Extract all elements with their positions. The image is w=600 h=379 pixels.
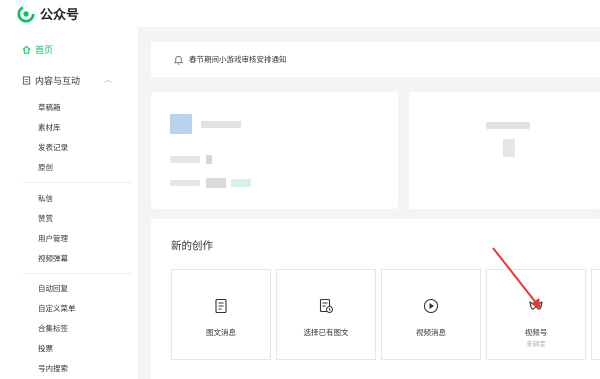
select-existing-article-tile[interactable]: 选择已有图文 [276,269,376,360]
sidebar-item-publish-records[interactable]: 发表记录 [38,142,68,153]
channels-tile[interactable]: 视频号 未绑定 [486,269,586,360]
sidebar-item-drafts[interactable]: 草稿箱 [38,102,61,113]
account-name-blurred [201,121,241,128]
app-logo[interactable]: 公众号 [17,4,79,23]
sidebar-item-video-danmaku[interactable]: 视频弹幕 [38,253,68,264]
blurred-text [206,155,212,164]
sidebar-item-original[interactable]: 原创 [38,162,53,173]
tile-label: 视频号 [524,328,548,337]
sidebar-item-users[interactable]: 用户管理 [38,233,68,244]
sidebar-item-messages[interactable]: 私信 [38,193,53,204]
notice-bar[interactable]: 春节期间小游戏审核安排通知 [151,42,600,77]
more-tile-partial[interactable] [591,269,600,360]
tile-label: 视频消息 [416,328,446,337]
chevron-up-icon[interactable]: ︿ [104,74,112,85]
sidebar-group-content[interactable]: 内容与互动 ︿ [22,74,112,87]
sidebar-divider [22,182,132,183]
data-overview-card [409,92,600,209]
wechat-official-logo-icon [17,4,35,23]
app-name: 公众号 [40,8,80,23]
sidebar-item-collection-tags[interactable]: 合集标签 [38,323,68,334]
sidebar-item-home[interactable]: 首页 [22,43,53,56]
blurred-text [486,122,530,129]
select-article-icon [319,298,333,313]
blurred-text [206,178,226,188]
account-info-card [151,92,398,209]
video-message-tile[interactable]: 视频消息 [381,269,481,360]
sidebar-item-auto-reply[interactable]: 自动回复 [38,283,68,294]
blurred-number [503,139,515,157]
top-bar: 公众号 [0,0,600,27]
sidebar-item-materials[interactable]: 素材库 [38,122,61,133]
play-icon [423,298,439,314]
sidebar-item-vote[interactable]: 投票 [38,343,53,354]
notice-text: 春节期间小游戏审核安排通知 [189,55,287,64]
blurred-text [170,156,200,163]
sidebar-item-home-label: 首页 [35,46,54,56]
new-creation-section: 新的创作 图文消息 选择已有图文 视频消息 视频号 未绑定 [151,219,600,379]
channels-icon [529,301,543,310]
create-article-tile[interactable]: 图文消息 [171,269,271,360]
tile-status: 未绑定 [526,340,546,348]
tile-label: 选择已有图文 [303,328,349,337]
sidebar: 首页 内容与互动 ︿ 草稿箱 素材库 发表记录 原创 私信 赞赏 用户管理 视频… [0,27,138,379]
home-icon [22,45,31,54]
sidebar-item-in-account-search[interactable]: 号内搜索 [38,363,68,374]
document-icon [22,76,31,85]
sidebar-divider [22,273,132,274]
blurred-text [170,180,200,186]
article-icon [215,298,227,314]
blurred-badge [231,179,251,187]
sidebar-item-rewards[interactable]: 赞赏 [38,213,53,224]
bell-icon [173,55,184,65]
tile-label: 图文消息 [206,328,236,337]
section-title: 新的创作 [171,240,213,252]
sidebar-item-custom-menu[interactable]: 自定义菜单 [38,303,76,314]
avatar [170,114,192,134]
sidebar-group-label: 内容与互动 [35,77,81,87]
